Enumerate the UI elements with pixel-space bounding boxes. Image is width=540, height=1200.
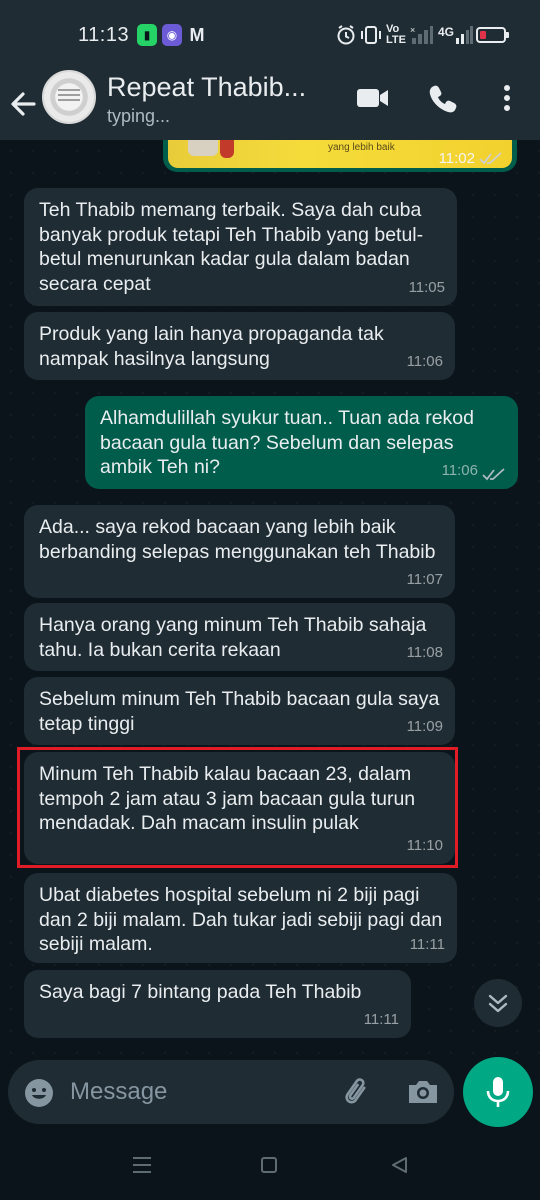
- alarm-icon: [337, 25, 355, 45]
- battery-app-icon: ▮: [137, 24, 157, 46]
- message-text: Produk yang lain hanya propaganda tak na…: [39, 323, 384, 370]
- svg-text:×: ×: [410, 25, 415, 35]
- message-bubble[interactable]: Sebelum minum Teh Thabib bacaan gula say…: [24, 677, 455, 745]
- message-time: 11:05: [408, 278, 445, 296]
- message-bubble[interactable]: Alhamdulillah syukur tuan.. Tuan ada rek…: [85, 396, 518, 489]
- message-time: 11:06: [441, 461, 478, 479]
- message-text: Saya bagi 7 bintang pada Teh Thabib: [39, 981, 362, 1003]
- volte-indicator: Vo LTE: [386, 23, 406, 46]
- nav-back-icon[interactable]: [390, 1156, 408, 1174]
- attach-icon[interactable]: [340, 1075, 376, 1111]
- message-bubble[interactable]: Ada... saya rekod bacaan yang lebih baik…: [24, 505, 455, 598]
- contact-status: typing...: [107, 106, 171, 126]
- message-time: 11:08: [406, 643, 443, 661]
- highlight-box: [17, 747, 458, 868]
- message-bubble[interactable]: Hanya orang yang minum Teh Thabib sahaja…: [24, 603, 455, 671]
- camera-icon[interactable]: [406, 1077, 440, 1107]
- system-navigation-bar: [0, 1134, 540, 1200]
- image-message[interactable]: yang lebih baik 11:02: [163, 140, 517, 172]
- message-text: Sebelum minum Teh Thabib bacaan gula say…: [39, 688, 440, 735]
- message-input[interactable]: [70, 1070, 320, 1114]
- microphone-icon: [486, 1077, 510, 1107]
- game-app-icon: ◉: [162, 24, 182, 46]
- image-caption: yang lebih baik: [328, 142, 395, 153]
- signal-strength-icon: [456, 26, 473, 44]
- emoji-icon[interactable]: [22, 1076, 56, 1110]
- back-arrow-icon[interactable]: [8, 78, 40, 130]
- message-time: 11:09: [406, 717, 443, 735]
- message-text: Teh Thabib memang terbaik. Saya dah cuba…: [39, 199, 424, 295]
- message-time: 11:07: [406, 570, 443, 588]
- message-compose-bar: [8, 1060, 454, 1124]
- recent-apps-icon[interactable]: [132, 1156, 152, 1174]
- chat-header: Repeat Thabib... typing...: [0, 68, 540, 140]
- voice-call-icon[interactable]: [428, 82, 458, 114]
- gmail-icon: M: [189, 25, 205, 45]
- read-ticks-icon: [482, 468, 505, 481]
- double-chevron-down-icon: [488, 994, 508, 1013]
- contact-avatar[interactable]: [42, 70, 96, 124]
- message-time: 11:06: [406, 352, 443, 370]
- home-icon[interactable]: [261, 1157, 277, 1173]
- network-type: 4G: [438, 25, 455, 39]
- message-bubble[interactable]: Ubat diabetes hospital sebelum ni 2 biji…: [24, 873, 457, 963]
- battery-icon: [476, 27, 509, 43]
- signal-icon: ×: [410, 25, 433, 44]
- message-time: 11:11: [409, 935, 445, 953]
- video-call-icon[interactable]: [356, 82, 390, 114]
- message-bubble[interactable]: Saya bagi 7 bintang pada Teh Thabib 11:1…: [24, 970, 411, 1038]
- message-text: Hanya orang yang minum Teh Thabib sahaja…: [39, 614, 427, 661]
- message-bubble[interactable]: Teh Thabib memang terbaik. Saya dah cuba…: [24, 188, 457, 306]
- status-time: 11:13: [78, 24, 130, 46]
- message-bubble[interactable]: Produk yang lain hanya propaganda tak na…: [24, 312, 455, 380]
- message-time: 11:02: [438, 150, 475, 167]
- contact-name[interactable]: Repeat Thabib...: [107, 72, 306, 103]
- message-text: Ubat diabetes hospital sebelum ni 2 biji…: [39, 884, 443, 955]
- scroll-to-bottom-button[interactable]: [474, 979, 522, 1027]
- read-ticks-icon: [479, 152, 502, 165]
- vibrate-icon: [361, 26, 381, 44]
- more-options-icon[interactable]: [500, 82, 514, 114]
- status-bar: 11:13 ▮ ◉ M Vo LTE × 4G: [0, 0, 540, 68]
- chat-area[interactable]: yang lebih baik 11:02 Teh Thabib memang …: [0, 140, 540, 1060]
- message-text: Ada... saya rekod bacaan yang lebih baik…: [39, 516, 436, 563]
- voice-message-button[interactable]: [463, 1057, 533, 1127]
- message-time: 11:11: [363, 1010, 399, 1028]
